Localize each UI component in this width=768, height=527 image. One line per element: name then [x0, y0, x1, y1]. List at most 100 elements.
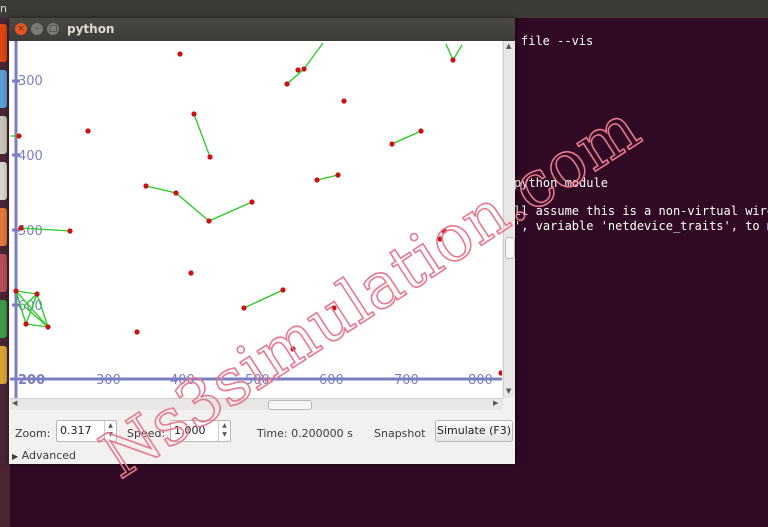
horizontal-scrollbar[interactable]: ◀ ▶ [10, 398, 503, 410]
node [295, 67, 301, 73]
node [207, 154, 213, 160]
link [286, 68, 305, 85]
link [452, 44, 463, 61]
horizontal-scroll-thumb[interactable] [268, 400, 312, 410]
minimize-button[interactable]: – [31, 23, 43, 35]
zoom-label: Zoom: [15, 427, 51, 440]
launcher-icon-1[interactable] [0, 24, 7, 62]
link [15, 290, 38, 295]
node [280, 287, 286, 293]
scroll-down-icon[interactable]: ▼ [506, 387, 511, 395]
zoom-value[interactable]: 0.317 [60, 424, 92, 437]
node [437, 236, 443, 242]
x-tick-label: 700 [394, 373, 419, 388]
terminal-line: file --vis [521, 34, 594, 48]
speed-spinbox[interactable]: 1.000 ▲ ▼ [170, 420, 231, 442]
speed-value[interactable]: 1.000 [174, 424, 206, 437]
link [243, 289, 284, 309]
network-canvas[interactable]: 300 400 500 600 200 300 400 500 600 700 … [10, 41, 502, 398]
node [441, 228, 447, 234]
y-tick-label: 300 [18, 74, 43, 89]
launcher-icon-6[interactable] [0, 254, 7, 292]
top-bar-text: n [0, 2, 7, 15]
vertical-scroll-thumb[interactable] [505, 237, 515, 259]
link [145, 185, 177, 194]
node [284, 81, 290, 87]
terminal-window[interactable]: file --vis python module ll assume this … [514, 18, 768, 527]
launcher-icon-2[interactable] [0, 70, 7, 108]
terminal-line: ', variable 'netdevice_traits', to m [514, 219, 768, 233]
snapshot-button[interactable]: Snapshot [374, 427, 425, 440]
terminal-line: python module [514, 176, 608, 190]
maximize-button[interactable]: □ [47, 23, 59, 35]
scroll-right-icon[interactable]: ▶ [493, 399, 498, 407]
simulate-button[interactable]: Simulate (F3) [435, 420, 513, 442]
launcher-icon-5[interactable] [0, 208, 7, 246]
terminal-line: ll assume this is a non-virtual wire [514, 204, 768, 218]
node [143, 183, 149, 189]
speed-label: Speed: [127, 427, 166, 440]
system-top-bar: n [0, 0, 768, 18]
links-group [11, 42, 463, 328]
node [331, 305, 337, 311]
link [391, 130, 422, 145]
x-tick-label: 600 [319, 373, 344, 388]
launcher-icon-4[interactable] [0, 162, 7, 200]
node [249, 199, 255, 205]
node [34, 291, 40, 297]
scroll-left-icon[interactable]: ◀ [12, 399, 17, 407]
node [241, 305, 247, 311]
link [316, 174, 339, 181]
vertical-scrollbar[interactable]: ▲ ▼ [503, 41, 515, 398]
node [67, 228, 73, 234]
launcher-icon-8[interactable] [0, 346, 7, 384]
window-title: python [67, 22, 115, 36]
link [175, 192, 210, 222]
node [173, 190, 179, 196]
node [188, 270, 194, 276]
time-display: Time: 0.200000 s [257, 427, 353, 440]
link [303, 42, 324, 70]
y-axis-bottom-label: 200 [18, 373, 45, 388]
link [208, 201, 253, 222]
y-tick-label: 400 [18, 149, 43, 164]
node [450, 57, 456, 63]
advanced-label[interactable]: Advanced [22, 449, 76, 462]
zoom-spinbox[interactable]: 0.317 ▲ ▼ [56, 420, 117, 442]
control-panel: Zoom: 0.317 ▲ ▼ Speed: 1.000 ▲ ▼ Time: 0.2… [9, 412, 515, 464]
close-button[interactable]: × [15, 23, 27, 35]
node [23, 321, 29, 327]
x-tick-label: 300 [96, 373, 121, 388]
node [191, 111, 197, 117]
node [177, 51, 183, 57]
topology-svg[interactable]: 300 400 500 600 200 300 400 500 600 700 … [10, 41, 502, 398]
window-titlebar[interactable]: × – □ python [9, 18, 515, 41]
expander-arrow-icon[interactable]: ▶ [12, 452, 18, 461]
node [301, 66, 307, 72]
zoom-stepper-icon[interactable]: ▲ ▼ [104, 421, 116, 441]
node [206, 218, 212, 224]
x-tick-label: 500 [245, 373, 270, 388]
scroll-up-icon[interactable]: ▲ [506, 42, 511, 50]
node [418, 128, 424, 134]
advanced-expander[interactable]: ▶ Advanced [12, 449, 76, 462]
node [290, 346, 296, 352]
nodes-group [13, 51, 502, 376]
node [13, 288, 19, 294]
speed-stepper-icon[interactable]: ▲ ▼ [218, 421, 230, 441]
node [335, 172, 341, 178]
link [445, 43, 454, 61]
node [314, 177, 320, 183]
launcher-icon-3[interactable] [0, 116, 7, 154]
node [85, 128, 91, 134]
launcher-icon-7[interactable] [0, 300, 7, 338]
link [193, 113, 211, 158]
node [389, 141, 395, 147]
x-tick-label: 800 [468, 373, 493, 388]
node [18, 225, 24, 231]
node [16, 133, 22, 139]
node [341, 98, 347, 104]
node [134, 329, 140, 335]
node [45, 324, 51, 330]
python-visualizer-window: × – □ python 300 400 500 600 200 300 400… [9, 18, 515, 464]
